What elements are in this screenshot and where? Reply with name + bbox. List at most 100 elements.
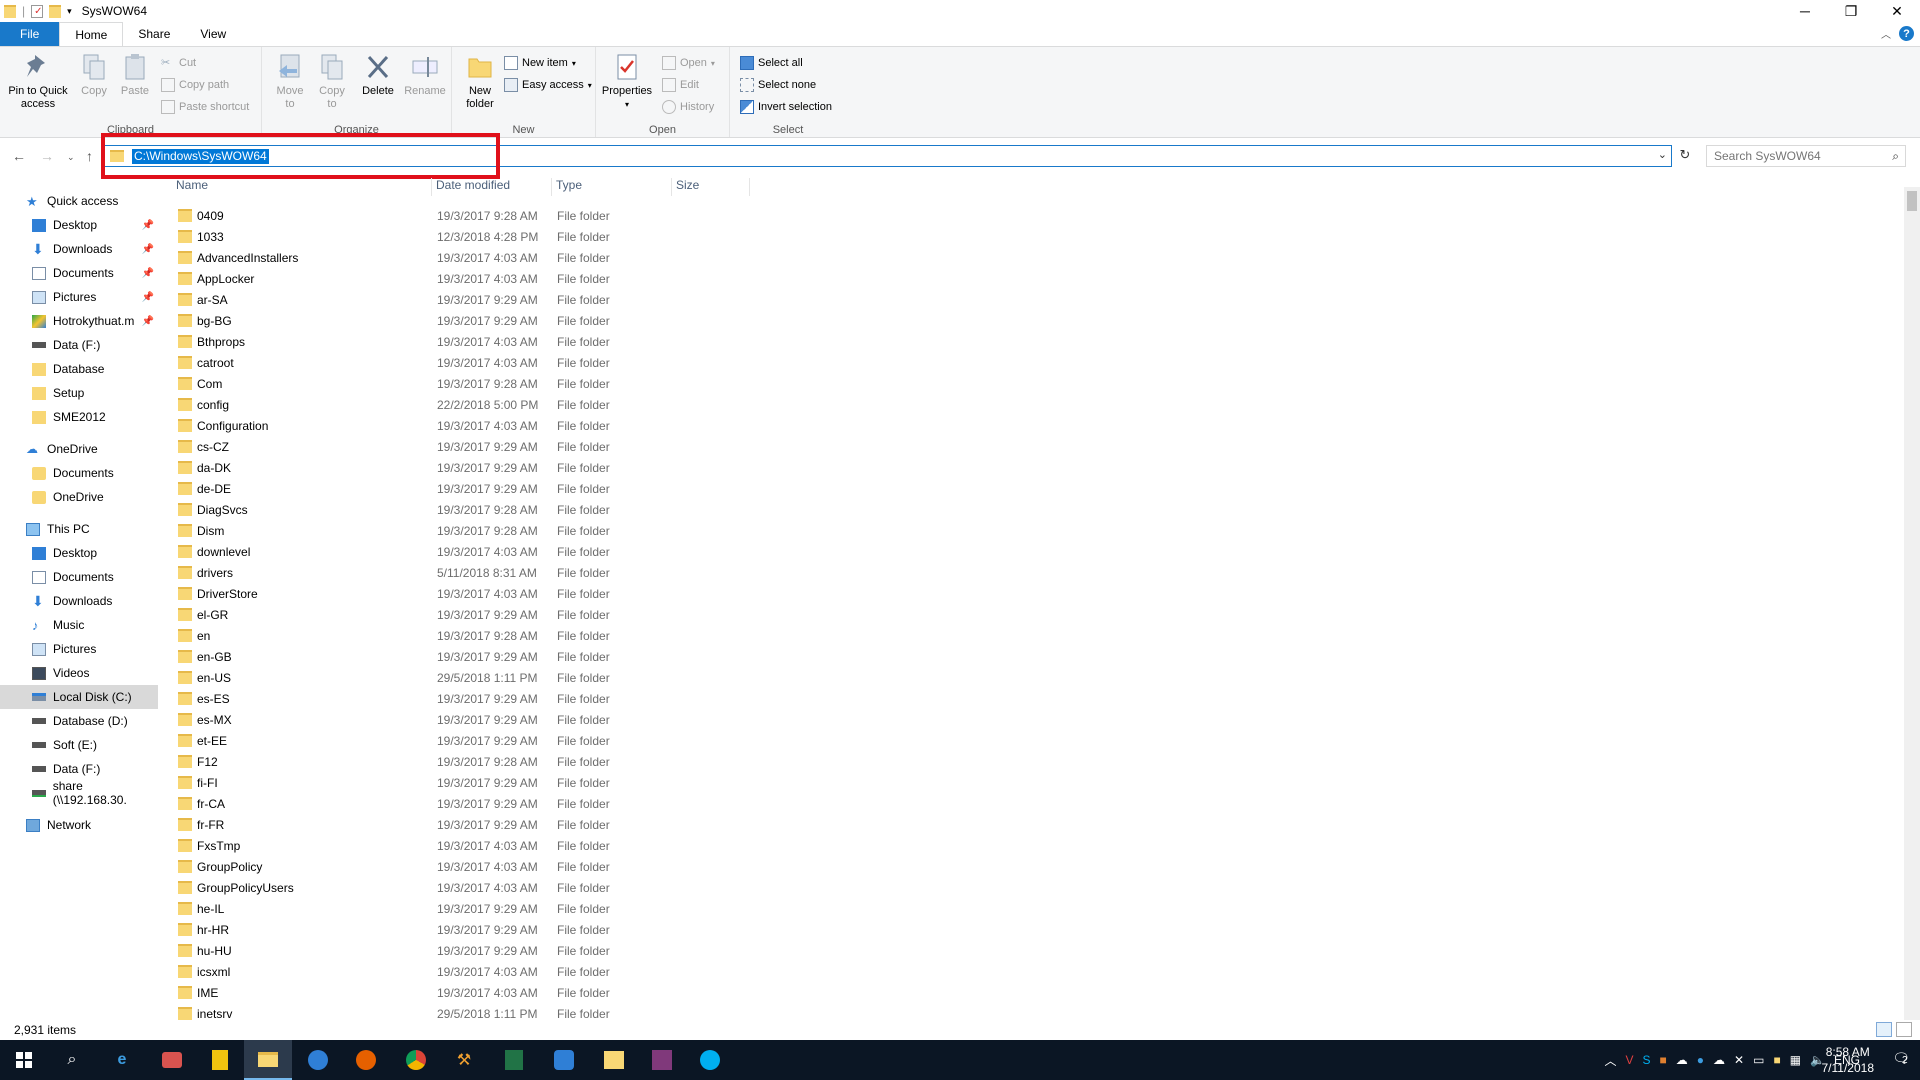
nav-onedrive[interactable]: ☁ OneDrive [0,437,158,461]
file-row[interactable]: cs-CZ 19/3/2017 9:29 AM File folder [170,436,1170,457]
vivaldi-icon[interactable]: V [1626,1053,1634,1067]
collapse-ribbon-icon[interactable]: ︿ [1881,26,1891,41]
edit-button[interactable]: Edit [662,76,699,94]
select-none-button[interactable]: Select none [740,76,816,94]
start-button[interactable] [0,1040,48,1080]
copy-to-button[interactable]: Copy to [312,51,352,111]
nav-quick-pictures[interactable]: Pictures 📌 [0,285,158,309]
column-header-type[interactable]: Type [552,178,672,196]
nav-pc-local-disk-c[interactable]: Local Disk (C:) [0,685,158,709]
new-folder-icon[interactable] [49,4,62,18]
nav-quick-setup[interactable]: Setup [0,381,158,405]
tab-share[interactable]: Share [123,22,185,46]
app-icon[interactable] [148,1040,196,1080]
file-row[interactable]: bg-BG 19/3/2017 9:29 AM File folder [170,310,1170,331]
tab-home[interactable]: Home [59,22,124,46]
copy-path-button[interactable]: Copy path [161,76,229,94]
minimize-button[interactable]: ─ [1782,0,1828,22]
tool-tray-icon[interactable]: ✕ [1734,1053,1744,1067]
nav-quick-database[interactable]: Database [0,357,158,381]
display-icon[interactable]: ▭ [1753,1053,1764,1067]
network-tray-icon[interactable]: ▦ [1790,1053,1801,1067]
hammer-tool-icon[interactable]: ⚒ [440,1040,488,1080]
file-row[interactable]: 0409 19/3/2017 9:28 AM File folder [170,205,1170,226]
file-row[interactable]: AdvancedInstallers 19/3/2017 4:03 AM File … [170,247,1170,268]
file-row[interactable]: GroupPolicy 19/3/2017 4:03 AM File folder [170,856,1170,877]
rename-button[interactable]: Rename [402,51,448,98]
file-row[interactable]: catroot 19/3/2017 4:03 AM File folder [170,352,1170,373]
file-row[interactable]: IME 19/3/2017 4:03 AM File folder [170,982,1170,1003]
folder-tray-icon[interactable]: ■ [1773,1053,1780,1067]
scrollbar-thumb[interactable] [1907,191,1917,211]
file-row[interactable]: en-US 29/5/2018 1:11 PM File folder [170,667,1170,688]
file-row[interactable]: Bthprops 19/3/2017 4:03 AM File folder [170,331,1170,352]
file-row[interactable]: config 22/2/2018 5:00 PM File folder [170,394,1170,415]
search-taskbar-icon[interactable]: ⌕ [48,1040,96,1080]
file-row[interactable]: fr-CA 19/3/2017 9:29 AM File folder [170,793,1170,814]
file-row[interactable]: el-GR 19/3/2017 9:29 AM File folder [170,604,1170,625]
file-row[interactable]: F12 19/3/2017 9:28 AM File folder [170,751,1170,772]
nav-network[interactable]: Network [0,813,158,837]
excel-icon[interactable] [490,1040,538,1080]
tab-file[interactable]: File [0,22,60,46]
pin-to-quick-access-button[interactable]: Pin to Quick access [4,51,72,111]
onenote-icon[interactable] [638,1040,686,1080]
maximize-button[interactable]: ❐ [1828,0,1874,22]
nav-pc-desktop[interactable]: Desktop [0,541,158,565]
up-arrow-icon[interactable]: ↑ [86,148,93,164]
file-row[interactable]: en-GB 19/3/2017 9:29 AM File folder [170,646,1170,667]
back-arrow-icon[interactable]: ← [12,148,26,164]
file-row[interactable]: Com 19/3/2017 9:28 AM File folder [170,373,1170,394]
nav-pc-share[interactable]: share (\\192.168.30. [0,779,158,807]
history-button[interactable]: History [662,98,714,116]
search-input[interactable] [1707,146,1877,166]
file-row[interactable]: DriverStore 19/3/2017 4:03 AM File folder [170,583,1170,604]
file-row[interactable]: hr-HR 19/3/2017 9:29 AM File folder [170,919,1170,940]
file-row[interactable]: inetsrv 29/5/2018 1:11 PM File folder [170,1003,1170,1020]
tray-app-icon[interactable]: ■ [1660,1053,1667,1067]
select-all-button[interactable]: Select all [740,54,803,72]
nav-onedrive-documents[interactable]: Documents [0,461,158,485]
file-row[interactable]: hu-HU 19/3/2017 9:29 AM File folder [170,940,1170,961]
file-row[interactable]: Configuration 19/3/2017 4:03 AM File folde… [170,415,1170,436]
file-row[interactable]: FxsTmp 19/3/2017 4:03 AM File folder [170,835,1170,856]
messaging-app-icon[interactable] [540,1040,588,1080]
recent-locations-icon[interactable]: ⌄ [67,152,75,163]
chrome-icon[interactable] [392,1040,440,1080]
teamviewer-icon[interactable] [294,1040,342,1080]
nav-pc-pictures[interactable]: Pictures [0,637,158,661]
cut-button[interactable]: ✂ Cut [161,54,196,72]
firefox-icon[interactable] [342,1040,390,1080]
delete-button[interactable]: Delete [358,51,398,98]
file-row[interactable]: AppLocker 19/3/2017 4:03 AM File folder [170,268,1170,289]
details-view-icon[interactable] [1876,1022,1892,1037]
file-row[interactable]: es-ES 19/3/2017 9:29 AM File folder [170,688,1170,709]
nav-quick-sme2012[interactable]: SME2012 [0,405,158,429]
nav-quick-downloads[interactable]: ⬇ Downloads 📌 [0,237,158,261]
column-header-date[interactable]: Date modified [432,178,552,196]
teamviewer-tray-icon[interactable]: ● [1697,1053,1704,1067]
file-row[interactable]: drivers 5/11/2018 8:31 AM File folder [170,562,1170,583]
paste-shortcut-button[interactable]: Paste shortcut [161,98,249,116]
nav-quick-hotrokythuat[interactable]: Hotrokythuat.m 📌 [0,309,158,333]
new-item-button[interactable]: New item ▾ [504,54,576,72]
nav-pc-soft-e[interactable]: Soft (E:) [0,733,158,757]
notes-app-icon[interactable] [196,1040,244,1080]
file-row[interactable]: et-EE 19/3/2017 9:29 AM File folder [170,730,1170,751]
column-header-name[interactable]: Name [172,178,432,196]
skype-tray-icon[interactable]: S [1643,1053,1651,1067]
column-header-size[interactable]: Size [672,178,750,196]
nav-pc-music[interactable]: ♪ Music [0,613,158,637]
file-row[interactable]: 1033 12/3/2018 4:28 PM File folder [170,226,1170,247]
refresh-icon[interactable]: ↻ [1676,147,1694,165]
properties-button[interactable]: Properties ▾ [600,51,654,111]
new-folder-button[interactable]: New folder [456,51,504,111]
nav-pc-database-d[interactable]: Database (D:) [0,709,158,733]
search-icon[interactable]: ⌕ [1892,149,1899,164]
file-row[interactable]: Dism 19/3/2017 9:28 AM File folder [170,520,1170,541]
search-box[interactable]: ⌕ [1706,145,1906,167]
invert-selection-button[interactable]: Invert selection [740,98,832,116]
file-row[interactable]: es-MX 19/3/2017 9:29 AM File folder [170,709,1170,730]
clock[interactable]: 8:58 AM 7/11/2018 [1822,1044,1875,1076]
file-row[interactable]: fi-FI 19/3/2017 9:29 AM File folder [170,772,1170,793]
